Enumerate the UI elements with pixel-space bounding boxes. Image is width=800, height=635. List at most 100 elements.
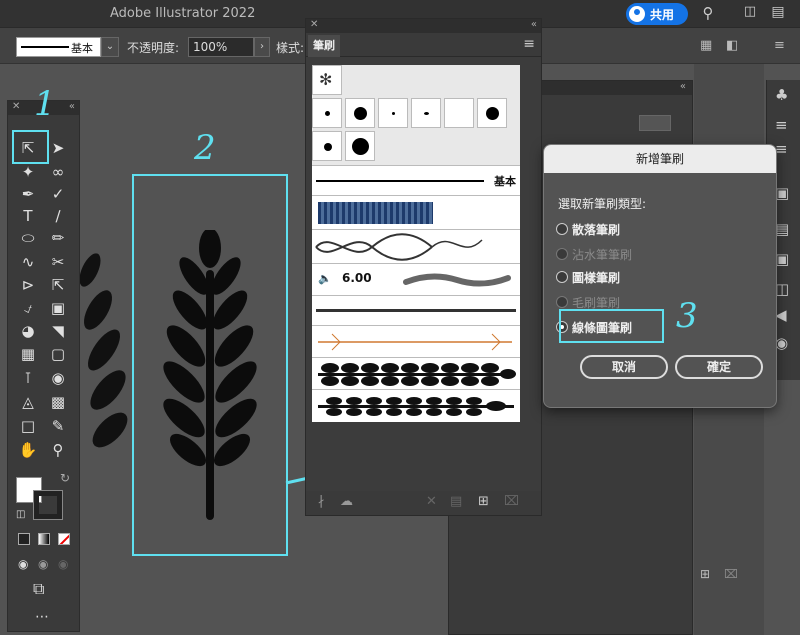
- stroke-style-dropdown[interactable]: ⌄: [101, 37, 119, 57]
- basic-brush-row[interactable]: 基本: [312, 165, 520, 195]
- calligraphic-brush-2[interactable]: [345, 98, 375, 128]
- menu-icon[interactable]: ≡: [774, 38, 785, 53]
- close-icon[interactable]: ✕: [310, 19, 318, 30]
- ok-button[interactable]: 確定: [675, 355, 763, 379]
- rope-pattern-preview: [315, 233, 483, 261]
- ellipse-tool-icon[interactable]: ⬭: [17, 227, 39, 249]
- default-colors-icon[interactable]: ◫: [16, 509, 25, 520]
- calligraphic-brush-1[interactable]: [312, 98, 342, 128]
- curvature-tool-icon[interactable]: ✓: [47, 183, 69, 205]
- calligraphic-brush-3[interactable]: [378, 98, 408, 128]
- workspace-icon[interactable]: ▤: [768, 4, 788, 24]
- symbols-icon[interactable]: ♣: [775, 86, 788, 104]
- user-icon: [629, 6, 645, 22]
- libraries-panel-icon[interactable]: ☁: [340, 494, 353, 509]
- cancel-button[interactable]: 取消: [580, 355, 668, 379]
- delete-brush-icon[interactable]: ⌧: [504, 494, 519, 509]
- new-brush-dialog: 新增筆刷 選取新筆刷類型: 散落筆刷 沾水筆筆刷 圖樣筆刷 毛刷筆刷 線條圖筆刷…: [543, 144, 777, 408]
- more-tools-icon[interactable]: ⋯: [35, 609, 49, 625]
- swap-colors-icon[interactable]: ↻: [60, 471, 70, 485]
- bristle-brush-row[interactable]: 🔈 6.00: [312, 263, 520, 295]
- draw-behind-icon[interactable]: ◉: [38, 557, 48, 571]
- transform-panel-icon[interactable]: ▣: [775, 184, 789, 202]
- option-calligraphic-brush: 沾水筆筆刷: [556, 246, 632, 263]
- opacity-arrow-button[interactable]: ›: [254, 37, 270, 57]
- calligraphic-brush-6[interactable]: [477, 98, 507, 128]
- layers-icon[interactable]: ▤: [775, 220, 789, 238]
- perspective-grid-tool-icon[interactable]: ◥: [47, 320, 69, 342]
- paintbrush-tool-icon[interactable]: ✏: [47, 227, 69, 249]
- gradient-mode-icon[interactable]: [38, 533, 50, 545]
- radio-button[interactable]: [556, 271, 568, 283]
- trash-icon[interactable]: ⌧: [724, 567, 738, 581]
- art-brush-row-1[interactable]: [312, 295, 520, 325]
- scissors-tool-icon[interactable]: ✂: [47, 251, 69, 273]
- new-layer-icon[interactable]: ⊞: [700, 567, 710, 581]
- lasso-tool-icon[interactable]: ∞: [47, 161, 69, 183]
- pattern-brush-row-1[interactable]: [312, 195, 520, 229]
- zoom-tool-icon[interactable]: ⚲: [47, 439, 69, 461]
- leaf-art-brush-row-2[interactable]: [312, 389, 520, 422]
- radio-button: [556, 248, 568, 260]
- option-scatter-brush[interactable]: 散落筆刷: [556, 221, 620, 238]
- hand-tool-icon[interactable]: ✋: [17, 439, 39, 461]
- panel-menu-icon[interactable]: ≡: [523, 36, 535, 52]
- new-brush-icon[interactable]: ⊞: [478, 494, 489, 509]
- stroke-style-picker[interactable]: 基本: [16, 37, 101, 57]
- mesh-tool-icon[interactable]: ▦: [17, 343, 39, 365]
- warp-tool-icon[interactable]: ⍻: [17, 297, 39, 319]
- scatter-brush-swatch[interactable]: ✻: [312, 65, 342, 95]
- color-mode-icon[interactable]: [18, 533, 30, 545]
- type-tool-icon[interactable]: T: [17, 205, 39, 227]
- panel-field[interactable]: [639, 115, 671, 131]
- direct-selection-tool-icon[interactable]: ➤: [47, 137, 69, 159]
- screen-mode-icon[interactable]: ⧉: [33, 579, 44, 599]
- radio-button[interactable]: [556, 223, 568, 235]
- search-icon[interactable]: ⚲: [698, 4, 718, 24]
- artboards-icon[interactable]: ▣: [775, 250, 789, 268]
- share-button[interactable]: 共用: [626, 3, 688, 25]
- leaf-art-brush-row-1[interactable]: [312, 357, 520, 389]
- gradient-tool-icon[interactable]: ▢: [47, 343, 69, 365]
- tab-brushes[interactable]: 筆刷: [308, 35, 340, 57]
- align-icon[interactable]: ▦: [700, 38, 712, 53]
- pattern-brush-row-2[interactable]: [312, 229, 520, 263]
- arrange-documents-icon[interactable]: ◫: [740, 4, 760, 24]
- symbol-sprayer-tool-icon[interactable]: ◬: [17, 391, 39, 413]
- shaper-tool-icon[interactable]: ∿: [17, 251, 39, 273]
- brush-libraries-icon[interactable]: ∤: [318, 494, 325, 509]
- collapse-icon[interactable]: «: [69, 101, 75, 112]
- blend-tool-icon[interactable]: ◉: [47, 367, 69, 389]
- properties-icon[interactable]: ◫: [775, 280, 789, 298]
- shape-builder-tool-icon[interactable]: ◕: [17, 320, 39, 342]
- draw-normal-icon[interactable]: ◉: [18, 557, 28, 571]
- slice-tool-icon[interactable]: ✎: [47, 415, 69, 437]
- remove-brush-stroke-icon[interactable]: ✕: [426, 494, 437, 509]
- option-pattern-brush[interactable]: 圖樣筆刷: [556, 269, 620, 286]
- calligraphic-brush-8[interactable]: [345, 131, 375, 161]
- brush-options-icon[interactable]: ▤: [450, 494, 462, 509]
- selection-tool-highlight: [12, 130, 49, 164]
- draw-inside-icon[interactable]: ◉: [58, 557, 68, 571]
- close-icon[interactable]: ✕: [12, 101, 20, 112]
- reflect-tool-icon[interactable]: ⊳: [17, 274, 39, 296]
- calligraphic-brush-7[interactable]: [312, 131, 342, 161]
- line-tool-icon[interactable]: ∕: [47, 205, 69, 227]
- opacity-field[interactable]: 100%: [188, 37, 254, 57]
- eyedropper-tool-icon[interactable]: ⊺: [17, 367, 39, 389]
- graph-tool-icon[interactable]: ▩: [47, 391, 69, 413]
- pen-tool-icon[interactable]: ✒: [17, 183, 39, 205]
- free-transform-tool-icon[interactable]: ▣: [47, 297, 69, 319]
- calligraphic-brush-5[interactable]: [444, 98, 474, 128]
- collapse-icon[interactable]: «: [531, 19, 537, 30]
- calligraphic-brush-4[interactable]: [411, 98, 441, 128]
- width-tool-icon[interactable]: ⇱: [47, 274, 69, 296]
- leaf-branch-artwork[interactable]: [150, 230, 270, 530]
- magic-wand-tool-icon[interactable]: ✦: [17, 161, 39, 183]
- art-brush-row-2[interactable]: [312, 325, 520, 357]
- none-mode-icon[interactable]: [58, 533, 70, 545]
- artboard-tool-icon[interactable]: □: [17, 415, 39, 437]
- align-panel-icon[interactable]: ≡: [775, 116, 788, 134]
- transform-icon[interactable]: ◧: [726, 38, 738, 53]
- stroke-color-swatch[interactable]: [33, 490, 63, 520]
